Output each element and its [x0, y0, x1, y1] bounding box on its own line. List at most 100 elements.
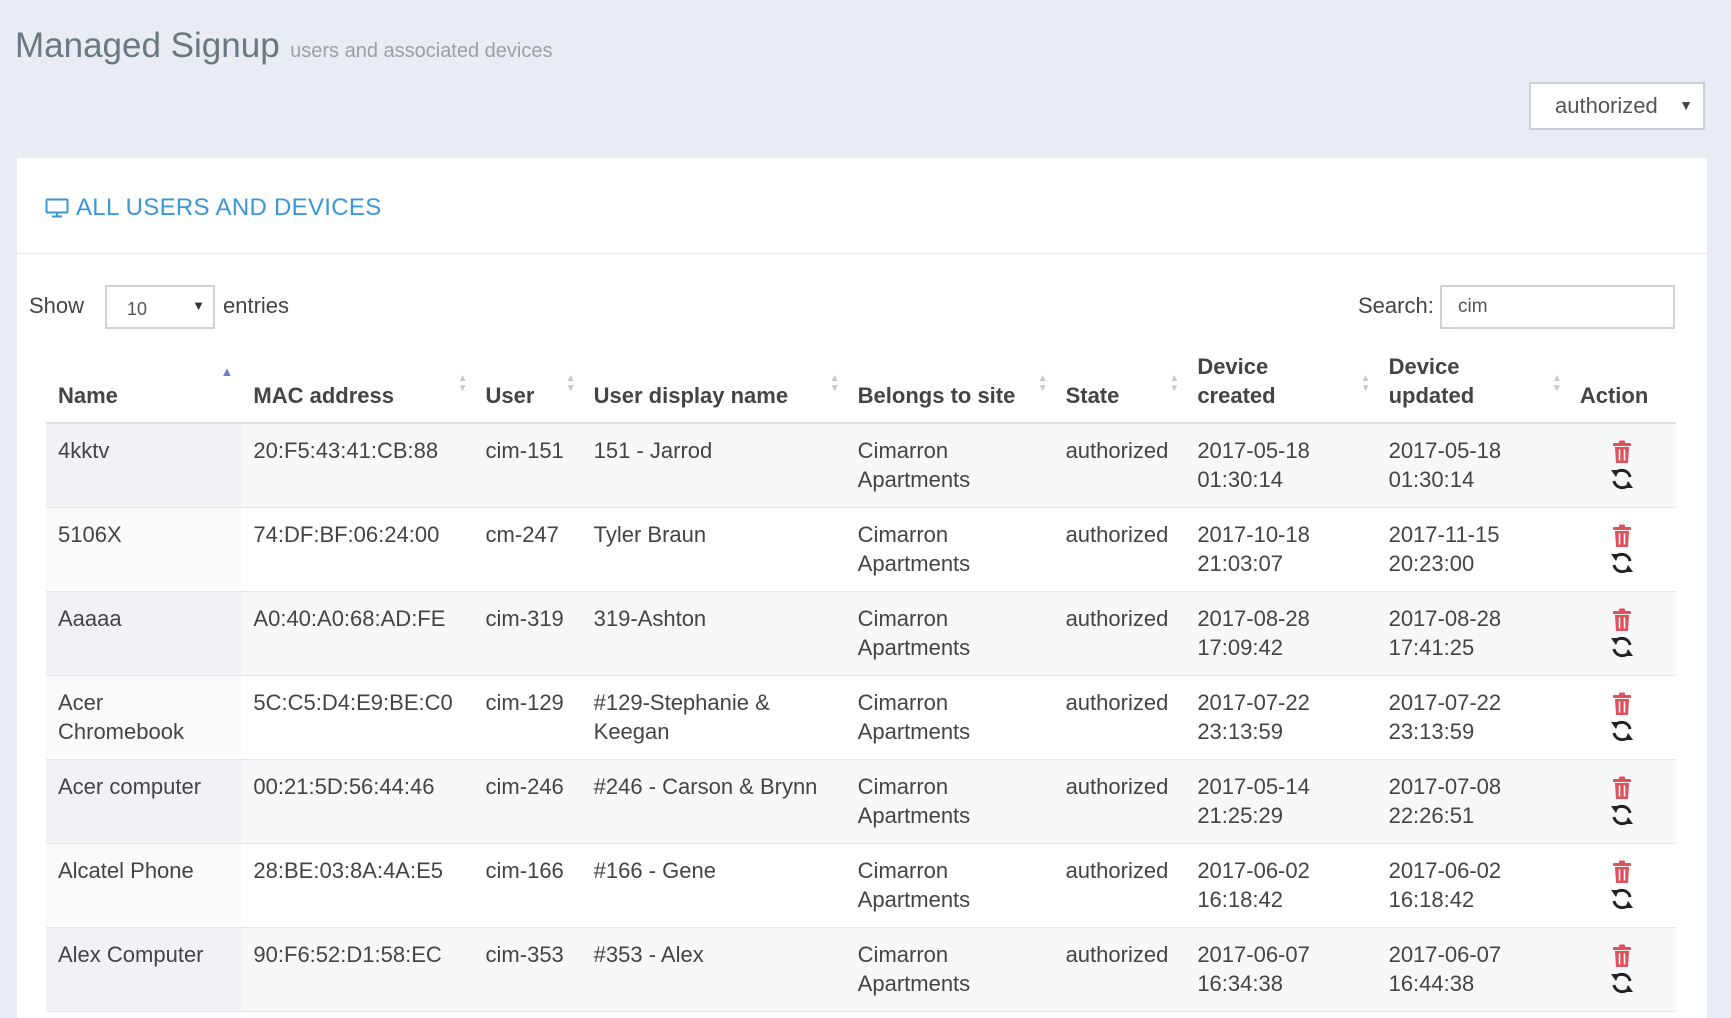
trash-icon[interactable] — [1580, 440, 1664, 464]
column-label: User — [485, 383, 535, 408]
created-date-cell: 2017-07-22 23:13:59 — [1185, 675, 1377, 760]
action-cell — [1567, 675, 1676, 760]
device-state-cell: authorized — [1053, 507, 1186, 592]
device-state-cell: authorized — [1053, 843, 1186, 928]
table-row: Acer computer 00:21:5D:56:44:46 cim-246 #24… — [46, 759, 1676, 844]
device-state-cell: authorized — [1053, 423, 1186, 508]
page-header: Managed Signup users and associated devi… — [15, 26, 552, 66]
device-name-cell: Alcatel Phone — [46, 843, 242, 928]
user-display-name-cell: 151 - Jarrod — [581, 423, 846, 508]
user-id-cell: cim-151 — [473, 423, 582, 508]
created-date-cell: 2017-05-18 01:30:14 — [1185, 423, 1377, 508]
trash-icon[interactable] — [1580, 608, 1664, 632]
entries-length-select[interactable]: 10 ▼ — [105, 285, 215, 329]
user-display-name-cell: #129-Stephanie & Keegan — [581, 675, 846, 760]
table-header-row: Name ▲ MAC address ▲ ▼ User ▲ ▼ User displ… — [46, 352, 1676, 424]
column-label: Device created — [1197, 354, 1276, 408]
state-filter-select[interactable]: authorized ▼ — [1529, 82, 1705, 130]
search-label: Search: — [1358, 293, 1434, 318]
device-state-cell: authorized — [1053, 759, 1186, 844]
column-header-name[interactable]: Name ▲ — [46, 352, 242, 424]
refresh-icon[interactable] — [1580, 720, 1664, 742]
action-cell — [1567, 927, 1676, 1012]
site-name-cell: Cimarron Apartments — [845, 507, 1054, 592]
chevron-down-icon: ▼ — [192, 298, 205, 313]
trash-icon[interactable] — [1580, 944, 1664, 968]
site-name-cell: Cimarron Apartments — [845, 675, 1054, 760]
refresh-icon[interactable] — [1580, 804, 1664, 826]
sort-both-icon: ▲ ▼ — [1360, 373, 1371, 394]
column-label: Belongs to site — [857, 383, 1016, 408]
table-row: Alex Computer 90:F6:52:D1:58:EC cim-353 #35… — [46, 927, 1676, 1012]
entries-length-value: 10 — [127, 299, 148, 319]
column-header-action: Action — [1567, 352, 1676, 424]
column-header-created[interactable]: Device created ▲ ▼ — [1185, 352, 1377, 424]
entries-label: entries — [223, 293, 290, 318]
column-header-mac[interactable]: MAC address ▲ ▼ — [241, 352, 474, 424]
state-filter-value: authorized — [1555, 93, 1658, 118]
refresh-icon[interactable] — [1580, 552, 1664, 574]
mac-address-cell: 28:BE:03:8A:4A:E5 — [241, 843, 474, 928]
column-header-site[interactable]: Belongs to site ▲ ▼ — [845, 352, 1054, 424]
action-cell — [1567, 507, 1676, 592]
table-body: 4kktv 20:F5:43:41:CB:88 cim-151 151 - Jarro… — [46, 423, 1676, 1012]
column-header-user[interactable]: User ▲ ▼ — [473, 352, 582, 424]
table-row: Acer Chromebook 5C:C5:D4:E9:BE:C0 cim-129 #… — [46, 675, 1676, 760]
trash-icon[interactable] — [1580, 692, 1664, 716]
chevron-down-icon: ▼ — [1679, 97, 1693, 113]
trash-icon[interactable] — [1580, 524, 1664, 548]
refresh-icon[interactable] — [1580, 972, 1664, 994]
user-display-name-cell: #166 - Gene — [581, 843, 846, 928]
updated-date-cell: 2017-07-22 23:13:59 — [1376, 675, 1568, 760]
column-header-updated[interactable]: Device updated ▲ ▼ — [1376, 352, 1568, 424]
sort-both-icon: ▲ ▼ — [829, 373, 840, 394]
device-name-cell: 5106X — [46, 507, 242, 592]
user-id-cell: cim-319 — [473, 591, 582, 676]
column-header-state[interactable]: State ▲ ▼ — [1053, 352, 1186, 424]
sort-both-icon: ▲ ▼ — [1551, 373, 1562, 394]
updated-date-cell: 2017-05-18 01:30:14 — [1376, 423, 1568, 508]
site-name-cell: Cimarron Apartments — [845, 927, 1054, 1012]
trash-icon[interactable] — [1580, 860, 1664, 884]
mac-address-cell: 00:21:5D:56:44:46 — [241, 759, 474, 844]
action-cell — [1567, 843, 1676, 928]
created-date-cell: 2017-06-02 16:18:42 — [1185, 843, 1377, 928]
created-date-cell: 2017-10-18 21:03:07 — [1185, 507, 1377, 592]
device-state-cell: authorized — [1053, 927, 1186, 1012]
panel-caption: ALL USERS AND DEVICES — [76, 194, 382, 221]
user-display-name-cell: #353 - Alex — [581, 927, 846, 1012]
user-id-cell: cim-129 — [473, 675, 582, 760]
user-display-name-cell: Tyler Braun — [581, 507, 846, 592]
created-date-cell: 2017-08-28 17:09:42 — [1185, 591, 1377, 676]
refresh-icon[interactable] — [1580, 888, 1664, 910]
trash-icon[interactable] — [1580, 776, 1664, 800]
sort-ascending-icon: ▲ — [220, 364, 234, 379]
show-label: Show — [29, 293, 85, 318]
updated-date-cell: 2017-08-28 17:41:25 — [1376, 591, 1568, 676]
refresh-icon[interactable] — [1580, 468, 1664, 490]
mac-address-cell: 5C:C5:D4:E9:BE:C0 — [241, 675, 474, 760]
device-name-cell: Alex Computer — [46, 927, 242, 1012]
device-state-cell: authorized — [1053, 591, 1186, 676]
sort-both-icon: ▲ ▼ — [565, 373, 576, 394]
sort-both-icon: ▲ ▼ — [457, 373, 468, 394]
refresh-icon[interactable] — [1580, 636, 1664, 658]
action-cell — [1567, 591, 1676, 676]
column-header-display-name[interactable]: User display name ▲ ▼ — [581, 352, 846, 424]
site-name-cell: Cimarron Apartments — [845, 423, 1054, 508]
site-name-cell: Cimarron Apartments — [845, 591, 1054, 676]
action-cell — [1567, 423, 1676, 508]
user-id-cell: cm-247 — [473, 507, 582, 592]
mac-address-cell: 90:F6:52:D1:58:EC — [241, 927, 474, 1012]
user-display-name-cell: #246 - Carson & Brynn — [581, 759, 846, 844]
table-row: 4kktv 20:F5:43:41:CB:88 cim-151 151 - Jarro… — [46, 423, 1676, 508]
search-input[interactable] — [1440, 285, 1675, 329]
sort-both-icon: ▲ ▼ — [1169, 373, 1180, 394]
page-subtitle: users and associated devices — [290, 40, 553, 62]
site-name-cell: Cimarron Apartments — [845, 843, 1054, 928]
action-cell — [1567, 759, 1676, 844]
created-date-cell: 2017-06-07 16:34:38 — [1185, 927, 1377, 1012]
table-row: Aaaaa A0:40:A0:68:AD:FE cim-319 319-Ashton C… — [46, 591, 1676, 676]
mac-address-cell: 20:F5:43:41:CB:88 — [241, 423, 474, 508]
device-name-cell: Acer Chromebook — [46, 675, 242, 760]
